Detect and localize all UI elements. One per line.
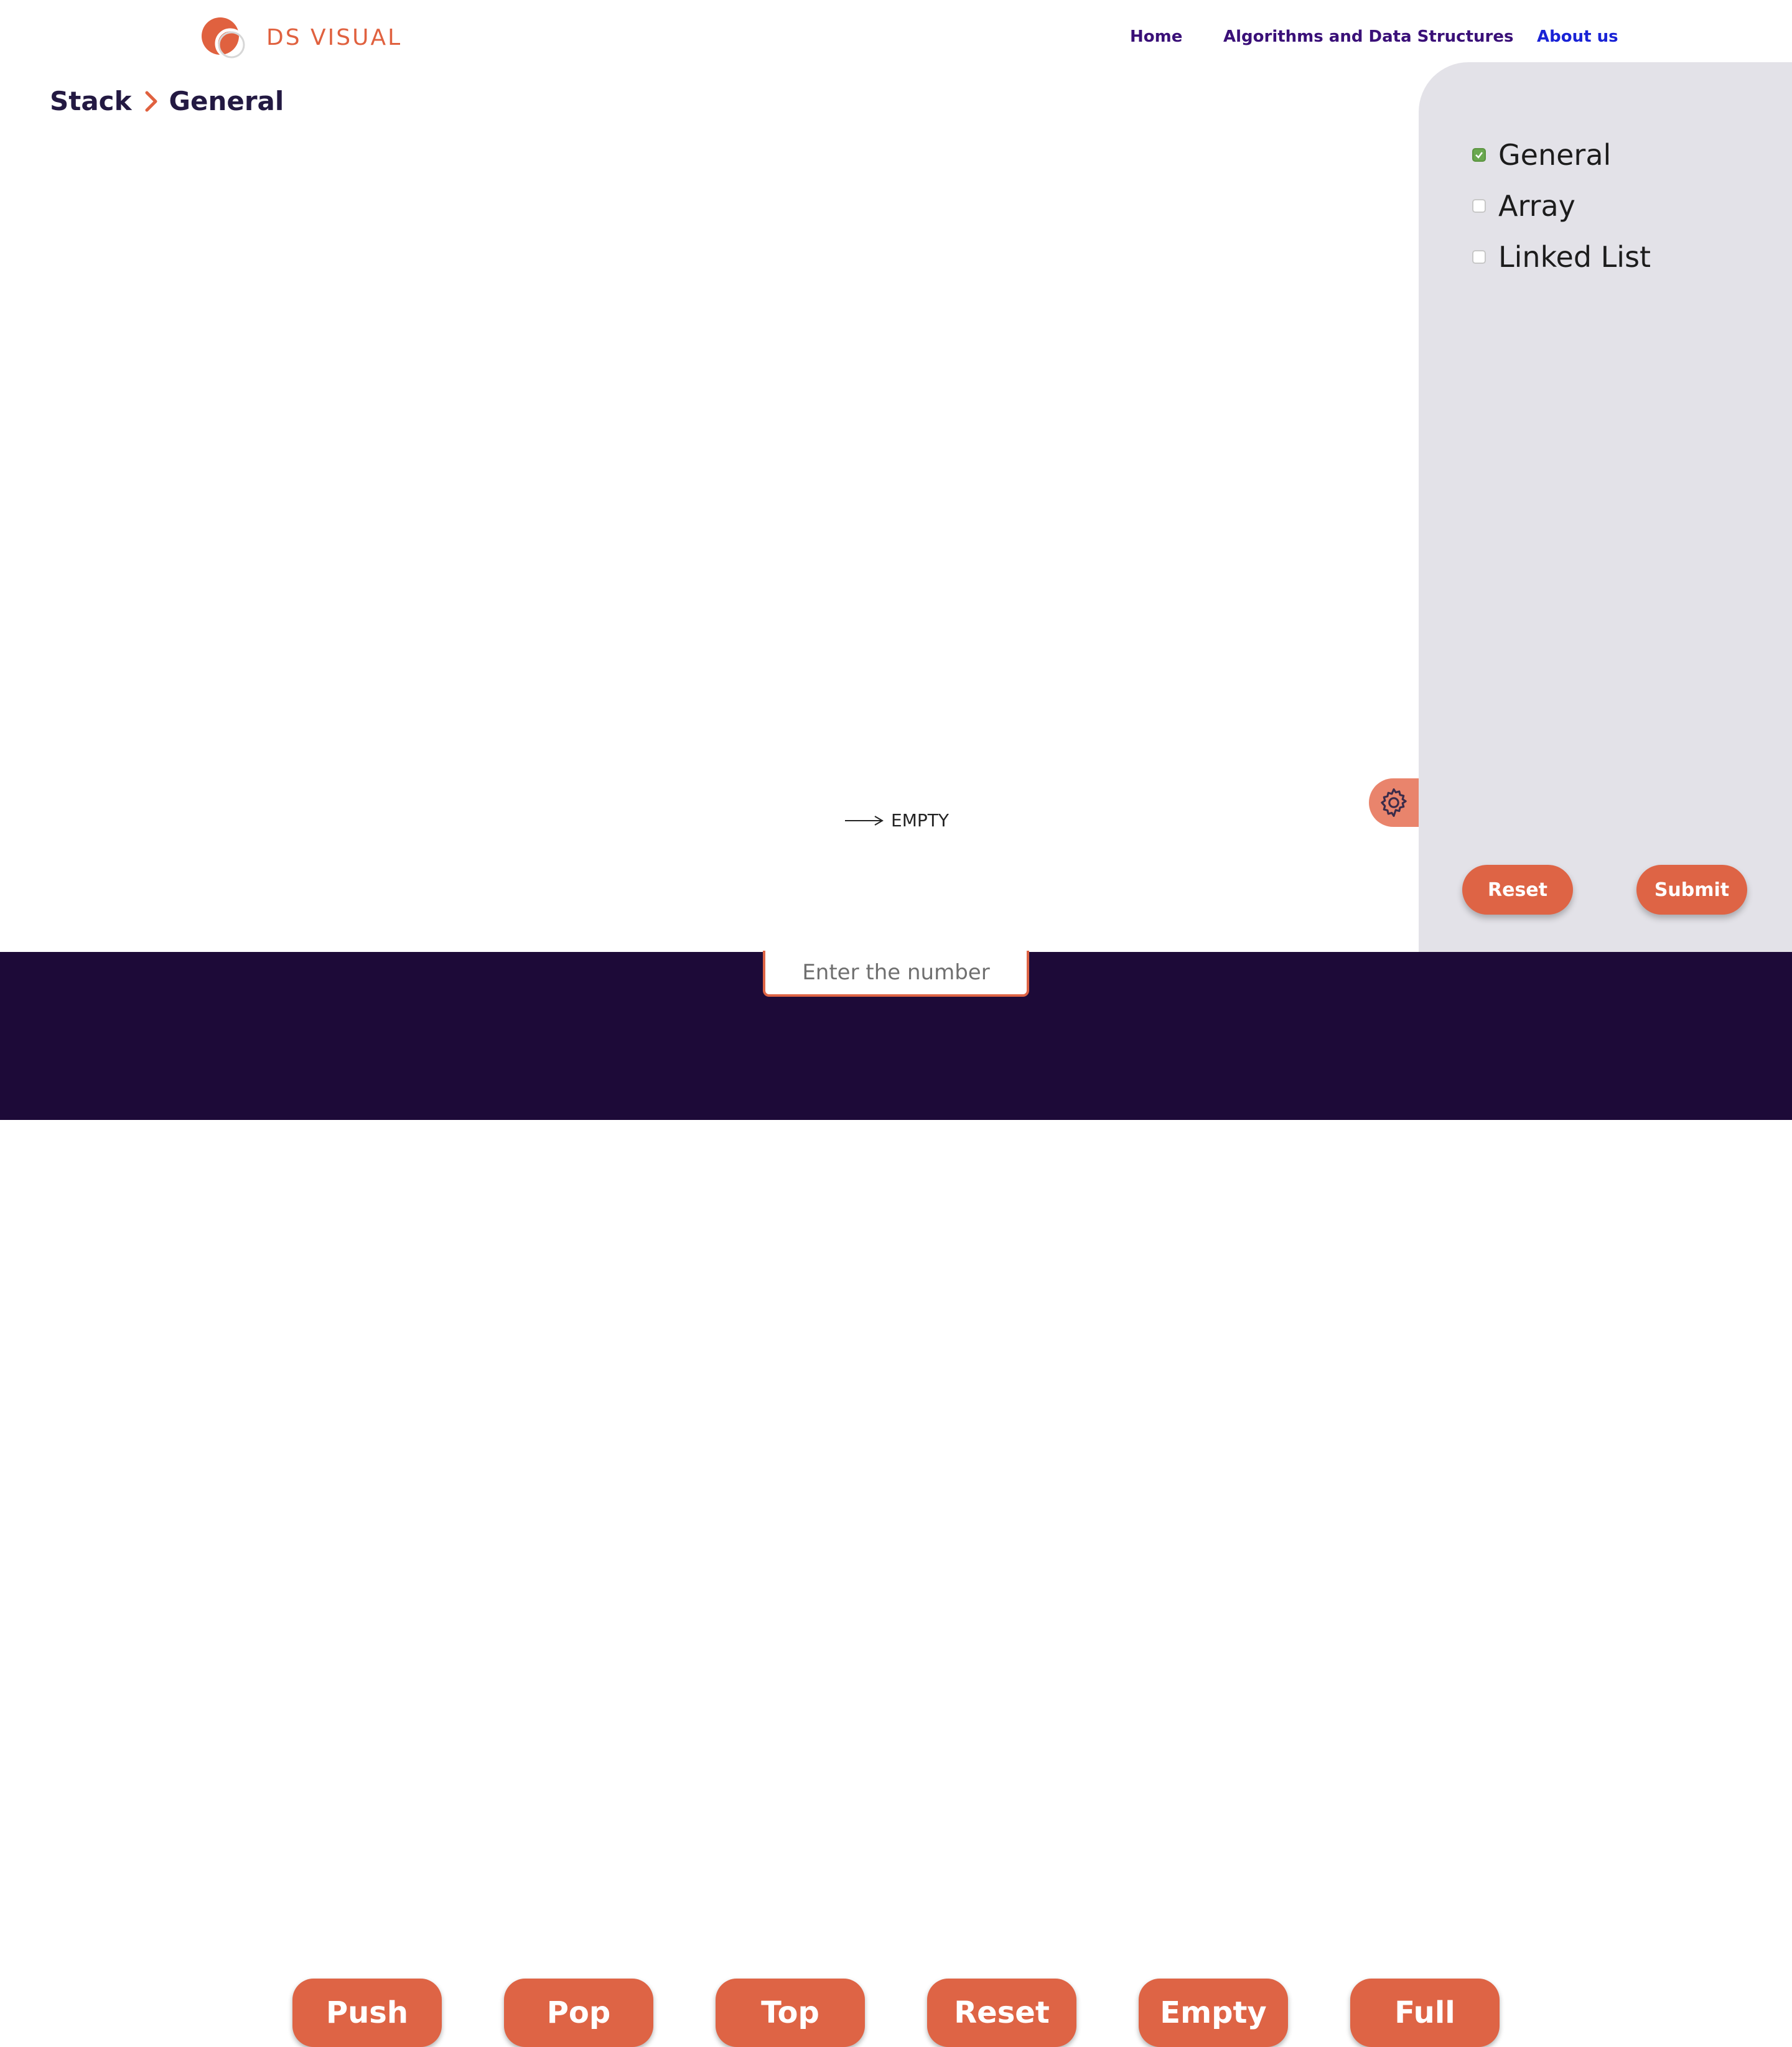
logo-icon xyxy=(202,17,246,59)
option-array[interactable]: Array xyxy=(1472,189,1575,223)
nav-home[interactable]: Home xyxy=(1130,27,1182,46)
breadcrumb-parent[interactable]: Stack xyxy=(50,86,132,116)
breadcrumb: Stack General xyxy=(50,86,284,116)
push-button[interactable]: Push xyxy=(292,1979,442,2047)
option-general[interactable]: General xyxy=(1472,138,1611,172)
nav-algorithms[interactable]: Algorithms and Data Structures xyxy=(1223,27,1513,46)
option-label: General xyxy=(1498,138,1612,172)
panel-reset-button[interactable]: Reset xyxy=(1462,865,1573,915)
checkbox-linked-list[interactable] xyxy=(1472,250,1486,264)
full-button[interactable]: Full xyxy=(1350,1979,1500,2047)
number-input[interactable] xyxy=(763,951,1029,997)
breadcrumb-current: General xyxy=(169,86,284,116)
chevron-right-icon xyxy=(145,91,157,111)
brand-name: DS VISUAL xyxy=(266,25,403,50)
checkbox-array[interactable] xyxy=(1472,199,1486,213)
pop-button[interactable]: Pop xyxy=(504,1979,653,2047)
top-button[interactable]: Top xyxy=(716,1979,865,2047)
reset-button[interactable]: Reset xyxy=(927,1979,1076,2047)
nav-about[interactable]: About us xyxy=(1537,27,1618,46)
settings-toggle[interactable] xyxy=(1369,778,1419,827)
gear-icon xyxy=(1381,788,1407,817)
check-icon xyxy=(1475,152,1483,159)
option-label: Array xyxy=(1498,189,1575,223)
arrow-right-icon xyxy=(845,815,884,826)
stack-status-label: EMPTY xyxy=(891,810,949,831)
option-linked-list[interactable]: Linked List xyxy=(1472,240,1651,274)
stack-top-pointer: EMPTY xyxy=(845,810,949,831)
implementation-panel: General Array Linked List Reset Submit xyxy=(1419,62,1792,952)
option-label: Linked List xyxy=(1498,240,1651,274)
panel-submit-button[interactable]: Submit xyxy=(1636,865,1747,915)
empty-button[interactable]: Empty xyxy=(1139,1979,1288,2047)
checkbox-general[interactable] xyxy=(1472,148,1486,162)
